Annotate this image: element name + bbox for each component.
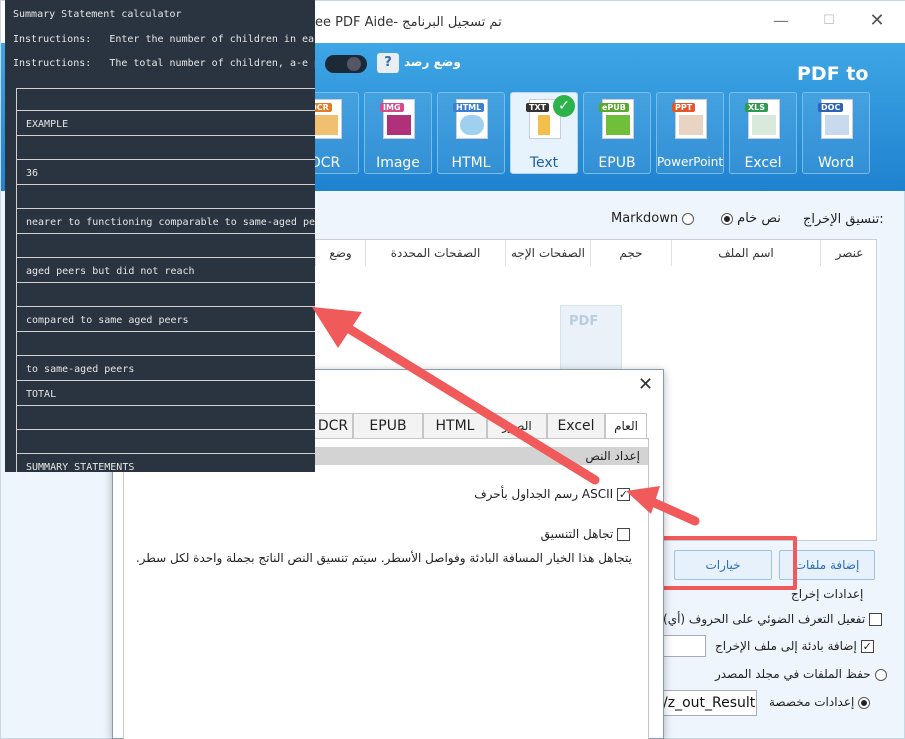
table-separator — [17, 380, 315, 381]
table-separator — [17, 88, 315, 89]
table-separator — [17, 135, 315, 136]
pdf-to-label: PDF to — [797, 63, 869, 85]
powerpoint-icon: PPT — [672, 99, 707, 139]
table-separator — [17, 257, 315, 258]
table-row: nearer to functioning comparable to same… — [26, 217, 315, 228]
table-separator — [17, 355, 315, 356]
terminal-table: EXAMPLE 36 nearer to functioning compara… — [16, 88, 315, 472]
terminal-line: Instructions: The total number of childr… — [13, 58, 315, 69]
save-source-row[interactable]: حفظ الملفات في مجلد المصدر — [715, 667, 887, 681]
table-separator — [17, 159, 315, 160]
table-row: 36 — [26, 168, 39, 179]
format-excel-button[interactable]: XLS Excel — [729, 92, 797, 174]
table-row: compared to same aged peers — [26, 315, 189, 326]
radio-icon[interactable] — [874, 668, 887, 681]
table-separator — [17, 184, 315, 185]
options-highlight-box — [660, 536, 797, 590]
monitor-mode-label: وضع رصد — [404, 55, 461, 69]
checkbox-checked-icon[interactable]: ✓ — [860, 640, 874, 653]
table-separator — [17, 306, 315, 307]
epub-icon: ePUB — [599, 99, 634, 139]
dialog-close-button[interactable]: ✕ — [638, 374, 653, 395]
dialog-panel: إعداد النص ✓ ASCII رسم الجداول بأحرف تجا… — [123, 438, 649, 739]
table-separator — [17, 405, 315, 406]
monitor-toggle[interactable] — [325, 55, 367, 73]
format-label: HTML — [451, 155, 491, 171]
maximize-button[interactable]: ☐ — [819, 11, 839, 31]
tab-epub[interactable]: EPUB — [353, 413, 423, 438]
ocr-checkbox-row[interactable]: (تفعيل التعرف الضوئي على الحروف (أي — [663, 612, 883, 626]
terminal-overlay: Summary Statement calculator Instruction… — [5, 0, 315, 472]
prefix-input[interactable] — [661, 635, 706, 657]
radio-icon[interactable] — [682, 212, 695, 225]
table-separator — [17, 233, 315, 234]
tab-html[interactable]: HTML — [423, 413, 487, 438]
table-row: to same-aged peers — [26, 364, 135, 375]
column-header[interactable]: اسم الملف — [671, 240, 820, 266]
table-separator — [17, 282, 315, 283]
checkbox-icon[interactable] — [869, 613, 883, 626]
output-path-input[interactable]: /z_out_Result — [660, 690, 757, 716]
ignore-formatting-option[interactable]: تجاهل التنسيق — [541, 527, 630, 541]
table-separator — [17, 429, 315, 430]
column-header[interactable]: الصفحات الإجه — [505, 240, 590, 266]
image-icon: IMG — [380, 99, 415, 139]
table-row: aged peers but did not reach — [26, 266, 195, 277]
tab-general[interactable]: العام — [605, 413, 647, 438]
format-label: Text — [529, 155, 559, 171]
format-word-button[interactable]: DOC Word — [802, 92, 870, 174]
tab-dcr[interactable]: DCR — [313, 413, 353, 438]
table-row: TOTAL — [26, 389, 57, 400]
minimize-button[interactable]: — — [771, 11, 791, 31]
checkbox-checked-icon[interactable]: ✓ — [617, 488, 630, 501]
radio-icon[interactable] — [858, 696, 871, 709]
word-icon: DOC — [818, 99, 853, 139]
format-text-button[interactable]: TXT ✓ Text — [510, 92, 578, 174]
format-label: Word — [818, 155, 854, 171]
table-separator — [17, 208, 315, 209]
column-header[interactable]: الصفحات المحددة — [365, 240, 505, 266]
radio-icon[interactable] — [721, 212, 733, 225]
ignore-formatting-description: يتجاهل هذا الخيار المسافة البادئة وفواصل… — [135, 551, 632, 565]
table-separator — [17, 453, 315, 454]
screen: ee PDF Aide- تم تسجيل البرنامج — ☐ ✕ ? و… — [0, 0, 905, 739]
table-separator — [17, 110, 315, 111]
format-html-button[interactable]: HTML HTML — [437, 92, 505, 174]
ascii-tables-option[interactable]: ✓ ASCII رسم الجداول بأحرف — [474, 487, 630, 501]
prefix-checkbox-row[interactable]: إضافة بادئة إلى ملف الإخراج ✓ — [715, 639, 874, 653]
selected-check-icon: ✓ — [553, 95, 575, 117]
output-format-label: تنسيق الإخراج: — [803, 212, 884, 227]
window-title: ee PDF Aide- تم تسجيل البرنامج — [315, 15, 502, 30]
html-icon: HTML — [453, 99, 488, 139]
terminal-line: Summary Statement calculator — [13, 9, 182, 20]
output-markdown-option[interactable]: Markdown — [611, 211, 695, 226]
excel-icon: XLS — [745, 99, 780, 139]
tab-images[interactable]: الصور — [487, 413, 547, 438]
output-settings-label: إعدادات إخراج — [791, 587, 864, 601]
custom-settings-row[interactable]: إعدادات مخصصة — [769, 695, 871, 709]
format-label: EPUB — [598, 155, 636, 171]
close-button[interactable]: ✕ — [867, 11, 887, 31]
format-label: Image — [376, 155, 420, 171]
checkbox-icon[interactable] — [617, 528, 630, 541]
table-row: SUMMARY STATEMENTS — [26, 462, 135, 472]
table-separator — [17, 331, 315, 332]
column-header[interactable]: حجم — [590, 240, 671, 266]
format-image-button[interactable]: IMG Image — [364, 92, 432, 174]
column-header[interactable]: عنصر — [820, 240, 878, 266]
format-epub-button[interactable]: ePUB EPUB — [583, 92, 651, 174]
output-plain-option[interactable]: نص خام — [721, 211, 781, 226]
terminal-line: Instructions: Enter the number of childr… — [13, 34, 315, 45]
format-label: Excel — [744, 155, 782, 171]
format-powerpoint-button[interactable]: PPT PowerPoint — [656, 92, 724, 174]
table-row: EXAMPLE — [26, 119, 69, 130]
format-label: PowerPoint — [657, 155, 724, 169]
help-icon[interactable]: ? — [377, 53, 399, 73]
tab-excel[interactable]: Excel — [547, 413, 605, 438]
column-header[interactable]: وضع — [315, 240, 365, 266]
